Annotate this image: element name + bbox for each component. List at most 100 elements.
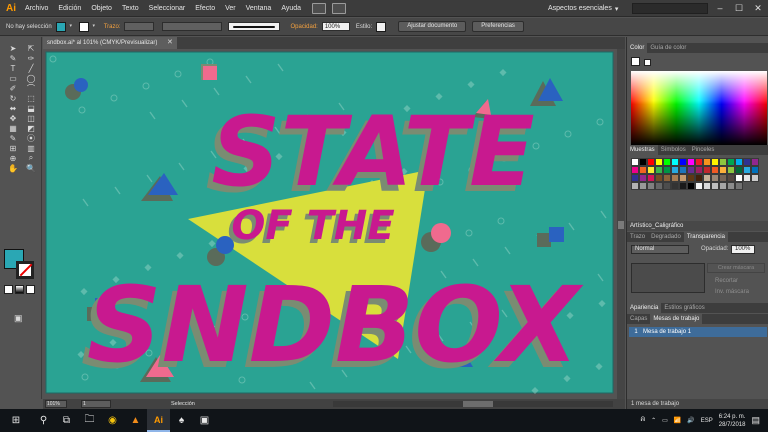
search-input[interactable]	[632, 3, 708, 14]
color-swatch[interactable]	[727, 182, 735, 190]
color-swatch[interactable]	[671, 158, 679, 166]
canvas-area[interactable]: STATE STATE OF THE OF THE SNDBOX SNDBOX	[43, 49, 617, 399]
line-segment-tool-icon[interactable]: ◯	[22, 73, 40, 83]
type-tool-icon[interactable]: ▭	[4, 73, 22, 83]
scroll-thumb[interactable]	[618, 221, 624, 229]
color-swatch[interactable]	[647, 174, 655, 182]
color-swatch[interactable]	[727, 158, 735, 166]
color-swatch[interactable]	[663, 166, 671, 174]
color-swatch[interactable]	[647, 182, 655, 190]
invert-mask-label[interactable]: Inv. máscara	[715, 289, 749, 295]
selection-tool-icon[interactable]: ➤	[4, 43, 22, 53]
tab-brushes[interactable]: Pinceles	[689, 147, 718, 153]
scroll-thumb[interactable]	[463, 401, 493, 407]
color-swatch[interactable]	[751, 166, 759, 174]
color-swatch[interactable]	[655, 182, 663, 190]
close-icon[interactable]: ✕	[167, 37, 173, 49]
horizontal-scrollbar[interactable]	[333, 401, 613, 407]
color-swatch[interactable]	[687, 182, 695, 190]
perspective-tool-icon[interactable]: ⦿	[22, 133, 40, 143]
search-icon[interactable]: ⚲	[32, 409, 55, 432]
preferences-button[interactable]: Preferencias	[472, 21, 524, 32]
workspace-switcher[interactable]: Aspectos esenciales ▾	[548, 3, 628, 14]
scale-tool-icon[interactable]: ◫	[22, 113, 40, 123]
ellipse-tool-icon[interactable]: ⌒	[22, 83, 40, 93]
tab-color-guide[interactable]: Guía de color	[647, 45, 689, 51]
width-tool-icon[interactable]: ▦	[4, 123, 22, 133]
color-swatch[interactable]	[631, 174, 639, 182]
graphic-style-swatch[interactable]	[376, 21, 387, 32]
people-icon[interactable]: ᕱ	[641, 417, 645, 424]
clock[interactable]: 6:24 p. m. 28/7/2018	[719, 413, 746, 429]
color-swatch[interactable]	[679, 158, 687, 166]
color-swatch[interactable]	[631, 182, 639, 190]
wifi-icon[interactable]: 📶	[674, 417, 681, 424]
vlc-icon[interactable]: ▲	[124, 409, 147, 432]
stroke-weight-field[interactable]	[124, 22, 155, 31]
chevron-down-icon[interactable]: ▾	[90, 22, 98, 31]
color-swatch[interactable]	[703, 166, 711, 174]
status-mode[interactable]: Selección	[171, 401, 195, 407]
tab-artboards[interactable]: Mesas de trabajo	[650, 314, 703, 324]
column-graph-tool-icon[interactable]: 🔍	[22, 163, 40, 173]
fill-color-swatch[interactable]	[55, 21, 66, 32]
color-swatch[interactable]	[679, 174, 687, 182]
tab-graphic-styles[interactable]: Estilos gráficos	[661, 305, 707, 311]
arrange-documents-icon[interactable]	[332, 2, 347, 14]
blend-mode-select[interactable]: Normal	[631, 245, 689, 254]
volume-icon[interactable]: 🔊	[687, 417, 694, 424]
zoom-field[interactable]: 101%	[45, 400, 67, 408]
artboard-row[interactable]: 1 Mesa de trabajo 1	[629, 327, 767, 337]
artboard[interactable]: STATE STATE OF THE OF THE SNDBOX SNDBOX	[43, 49, 617, 399]
opacity-field[interactable]: 100%	[321, 22, 350, 31]
make-mask-button[interactable]: Crear máscara	[707, 263, 765, 273]
pen-tool-icon[interactable]: T	[4, 63, 22, 73]
variable-width-field[interactable]	[162, 22, 223, 31]
menu-objeto[interactable]: Objeto	[86, 5, 117, 12]
menu-ayuda[interactable]: Ayuda	[276, 5, 306, 12]
color-swatch[interactable]	[711, 166, 719, 174]
symbol-sprayer-tool-icon[interactable]: ✋	[4, 163, 22, 173]
close-button[interactable]: ✕	[750, 2, 766, 15]
menu-texto[interactable]: Texto	[117, 5, 144, 12]
color-swatch[interactable]	[711, 174, 719, 182]
mesh-tool-icon[interactable]: ⊞	[4, 143, 22, 153]
color-swatch[interactable]	[695, 182, 703, 190]
color-swatch[interactable]	[703, 174, 711, 182]
color-swatch[interactable]	[631, 166, 639, 174]
color-swatch[interactable]	[663, 182, 671, 190]
file-explorer-icon[interactable]: 🗀	[78, 409, 101, 432]
eraser-tool-icon[interactable]: ⬓	[22, 103, 40, 113]
color-swatch[interactable]	[743, 174, 751, 182]
pencil-tool-icon[interactable]: ⬚	[22, 93, 40, 103]
color-swatch[interactable]	[711, 182, 719, 190]
direct-selection-tool-icon[interactable]: ⇱	[22, 43, 40, 53]
tab-appearance[interactable]: Apariencia	[627, 303, 662, 313]
gradient-mode-button[interactable]	[15, 285, 24, 294]
chevron-up-icon[interactable]: ⌃	[651, 417, 656, 424]
color-swatch[interactable]	[647, 158, 655, 166]
vertical-scrollbar[interactable]	[617, 49, 625, 399]
menu-archivo[interactable]: Archivo	[20, 5, 53, 12]
color-swatch[interactable]	[639, 174, 647, 182]
shape-builder-tool-icon[interactable]: ✎	[4, 133, 22, 143]
opacity-label[interactable]: Opacidad:	[290, 24, 317, 30]
color-swatch[interactable]	[687, 158, 695, 166]
rectangle-tool-icon[interactable]: ✐	[4, 83, 22, 93]
tab-color[interactable]: Color	[627, 43, 648, 53]
photos-icon[interactable]: ▣	[193, 409, 216, 432]
opacity-field[interactable]: 100%	[731, 245, 755, 254]
stroke-swatch[interactable]	[16, 261, 34, 279]
rotate-tool-icon[interactable]: ✥	[4, 113, 22, 123]
color-spectrum[interactable]	[631, 71, 767, 145]
color-swatch[interactable]	[687, 166, 695, 174]
color-swatch[interactable]	[695, 158, 703, 166]
language-indicator[interactable]: ESP	[701, 418, 713, 424]
color-swatch[interactable]	[655, 166, 663, 174]
magic-wand-tool-icon[interactable]: ✎	[4, 53, 22, 63]
color-swatch[interactable]	[655, 158, 663, 166]
tab-gradient[interactable]: Degradado	[648, 234, 684, 240]
color-swatch[interactable]	[663, 174, 671, 182]
lasso-tool-icon[interactable]: ✑	[22, 53, 40, 63]
color-swatch[interactable]	[679, 182, 687, 190]
